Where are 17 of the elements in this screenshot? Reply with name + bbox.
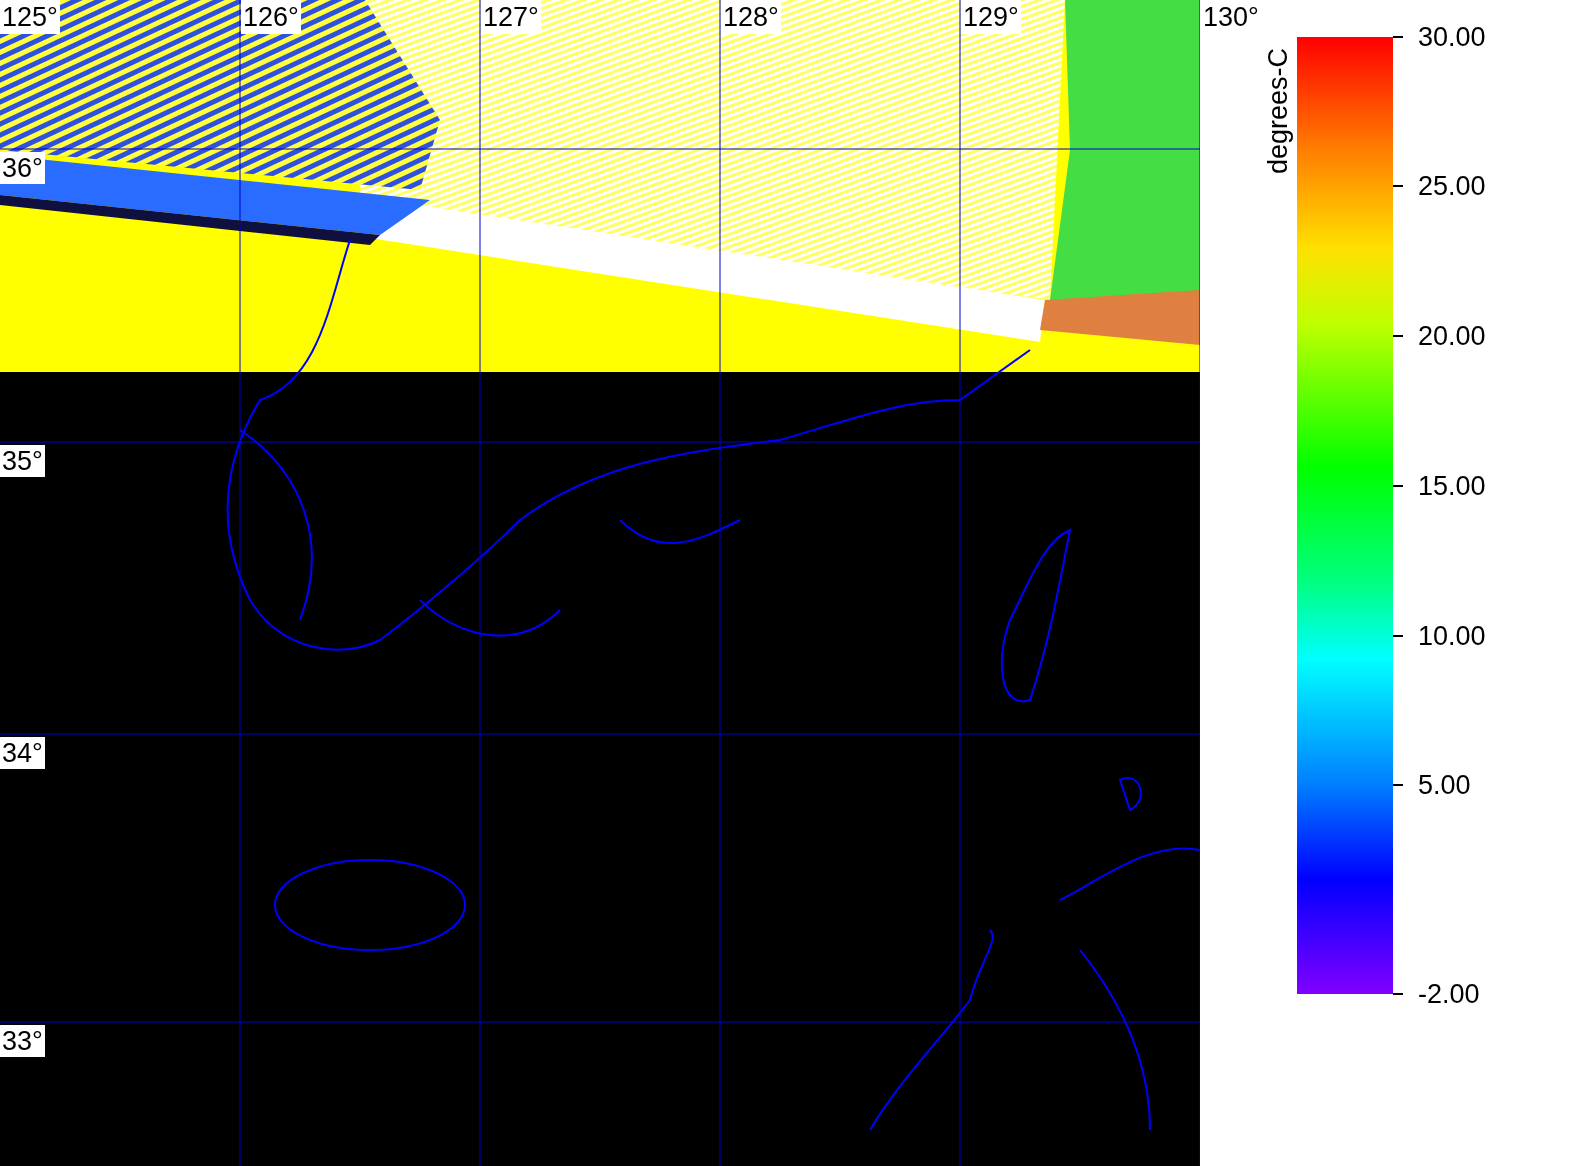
colorbar-tick-label: 25.00: [1418, 170, 1486, 202]
longitude-label: 127°: [481, 0, 541, 34]
colorbar-tick-label: -2.00: [1418, 978, 1480, 1010]
longitude-label: 129°: [961, 0, 1021, 34]
colorbar-tick-label: 10.00: [1418, 620, 1486, 652]
colorbar-tick-label: 5.00: [1418, 769, 1471, 801]
longitude-label: 125°: [0, 0, 60, 34]
colorbar-tick-label: 15.00: [1418, 470, 1486, 502]
longitude-label: 126°: [241, 0, 301, 34]
latitude-label: 36°: [0, 152, 45, 184]
colorbar-tick-label: 30.00: [1418, 21, 1486, 53]
latitude-label: 33°: [0, 1025, 45, 1057]
colorbar-tick-label: 20.00: [1418, 320, 1486, 352]
longitude-label: 128°: [721, 0, 781, 34]
latitude-label: 34°: [0, 737, 45, 769]
colorbar-title: degrees-C: [1262, 47, 1295, 175]
latitude-label: 35°: [0, 445, 45, 477]
